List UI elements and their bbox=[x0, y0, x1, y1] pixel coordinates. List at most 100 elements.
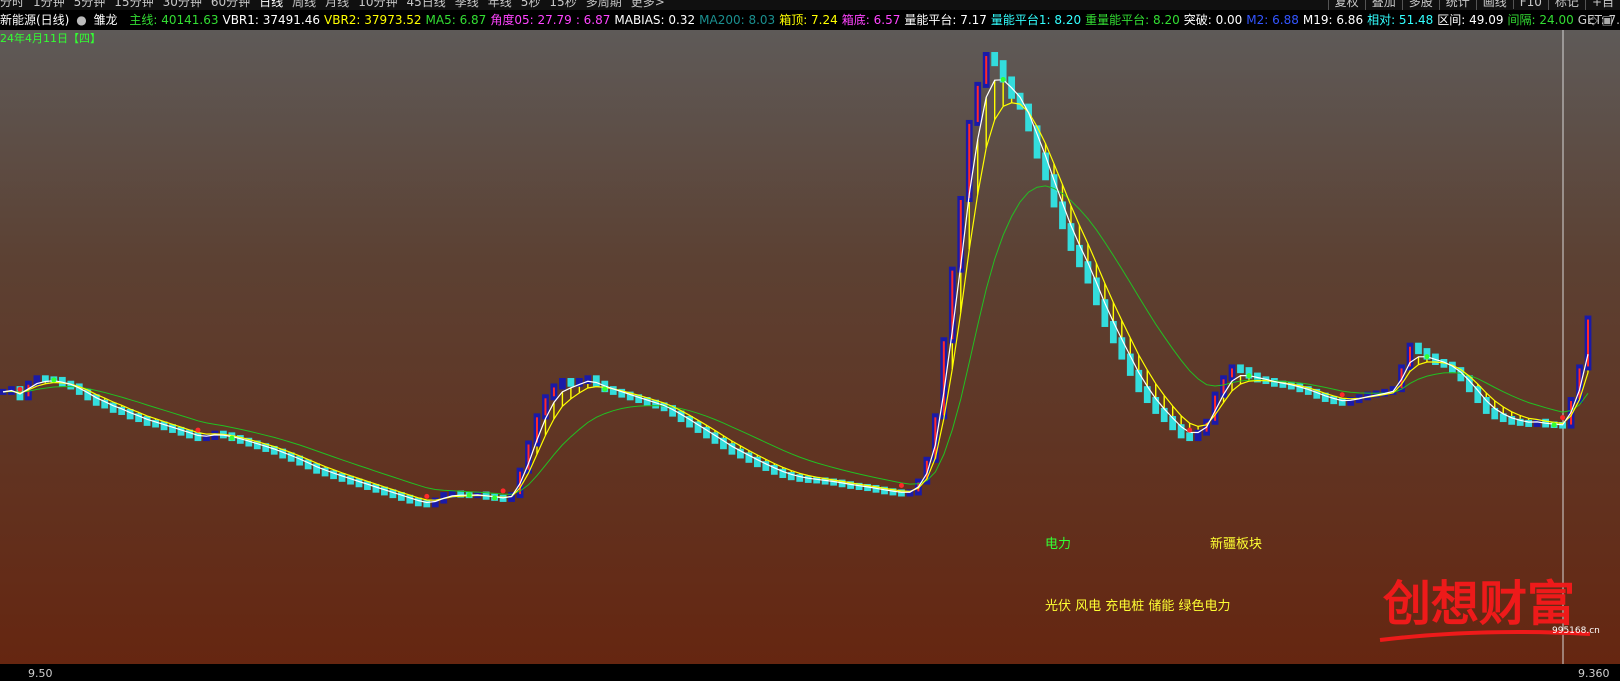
period-tab[interactable]: 45日线 bbox=[406, 0, 445, 9]
candle-body bbox=[1338, 398, 1346, 406]
candle bbox=[1160, 407, 1168, 423]
window-controls[interactable]: ◇ ▣ bbox=[1589, 10, 1613, 30]
candle-body bbox=[1109, 320, 1117, 344]
price-chart[interactable]: 24年4月11日【四】 电力 新疆板块 光伏 风电 充电桩 储能 绿色电力 创想… bbox=[0, 30, 1620, 681]
indicator-value: 重量能平台: 8.20 bbox=[1085, 13, 1180, 27]
stop-signal-dot bbox=[51, 377, 57, 383]
candle bbox=[592, 375, 600, 387]
period-tab[interactable]: 分时 bbox=[0, 0, 24, 9]
buy-signal-dot bbox=[424, 493, 430, 499]
indicator-value: VBR1: 37491.46 bbox=[222, 13, 321, 27]
candle-body bbox=[1160, 407, 1168, 423]
tool-button[interactable]: 叠加 bbox=[1364, 0, 1402, 10]
period-tab[interactable]: 60分钟 bbox=[211, 0, 250, 9]
period-tab[interactable]: 30分钟 bbox=[163, 0, 202, 9]
bottom-axis: 9.50 9.360 bbox=[0, 664, 1620, 681]
axis-right-value: 9.360 bbox=[1578, 667, 1610, 680]
tool-button[interactable]: 画线 bbox=[1475, 0, 1513, 10]
period-tab[interactable]: 10分钟 bbox=[358, 0, 397, 9]
dropdown-icon[interactable]: ● bbox=[76, 13, 86, 27]
candle bbox=[550, 383, 558, 401]
tool-button[interactable]: 统计 bbox=[1438, 0, 1476, 10]
stop-signal-dot bbox=[1551, 422, 1557, 428]
stop-signal-dot bbox=[602, 386, 608, 392]
period-tab[interactable]: 年线 bbox=[488, 0, 512, 9]
buy-signal-dot bbox=[195, 427, 201, 433]
candle bbox=[1237, 364, 1244, 374]
candle bbox=[796, 474, 804, 482]
candle bbox=[1525, 419, 1533, 427]
candle-body bbox=[1067, 223, 1075, 251]
indicator-value: 箱底: 6.57 bbox=[841, 13, 901, 27]
candle bbox=[1186, 432, 1194, 442]
stock-title: 新能源(日线) bbox=[0, 13, 70, 27]
indicator-value: 突破: 0.00 bbox=[1183, 13, 1243, 27]
indicator-value: MA200: 8.03 bbox=[699, 13, 776, 27]
candle-body bbox=[796, 474, 804, 482]
period-tab[interactable]: 15秒 bbox=[549, 0, 576, 9]
chart-window: 分时 1分钟 5分钟 15分钟 30分钟 60分钟 日线 周线 月线 10分钟 45日线 季线 年线 5秒… bbox=[0, 0, 1620, 681]
period-tab[interactable]: 月线 bbox=[325, 0, 349, 9]
period-tab[interactable]: 多周期 bbox=[586, 0, 622, 9]
candle bbox=[804, 475, 812, 483]
candle bbox=[143, 416, 151, 426]
period-tab[interactable]: 15分钟 bbox=[114, 0, 153, 9]
buy-signal-dot bbox=[1187, 427, 1193, 433]
indicator-value: MA5: 6.87 bbox=[425, 13, 487, 27]
stop-signal-dot bbox=[1424, 354, 1430, 360]
tool-button[interactable]: +自 bbox=[1584, 0, 1620, 10]
candle bbox=[1482, 397, 1490, 414]
period-tab[interactable]: 日线 bbox=[259, 0, 283, 9]
watermark-url: 995168.cn bbox=[1552, 626, 1600, 636]
candle bbox=[1415, 342, 1422, 355]
indicator-name[interactable]: 雏龙 bbox=[94, 13, 118, 27]
period-tab[interactable]: 5分钟 bbox=[74, 0, 106, 9]
candle-body bbox=[338, 473, 346, 482]
period-toolbar: 分时 1分钟 5分钟 15分钟 30分钟 60分钟 日线 周线 月线 10分钟 45日线 季线 年线 5秒… bbox=[0, 0, 1620, 10]
indicator-value: M2: 6.88 bbox=[1246, 13, 1299, 27]
indicator-value: 箱顶: 7.24 bbox=[779, 13, 838, 27]
stop-signal-dot bbox=[466, 492, 472, 498]
candle bbox=[1474, 386, 1482, 404]
candle bbox=[1067, 223, 1075, 251]
tool-buttons: 复权 叠加 多股 统计 画线 F10 标记 +自 bbox=[1327, 0, 1620, 10]
candle-body bbox=[143, 416, 151, 426]
indicator-value: MABIAS: 0.32 bbox=[614, 13, 696, 27]
candle-body bbox=[194, 432, 202, 442]
period-tabs: 分时 1分钟 5分钟 15分钟 30分钟 60分钟 日线 周线 月线 10分钟 45日线 季线 年线 5秒… bbox=[0, 0, 674, 10]
candle bbox=[203, 433, 210, 442]
candle bbox=[1338, 398, 1346, 406]
candle bbox=[982, 52, 990, 88]
candle bbox=[1076, 244, 1083, 268]
buy-signal-dot bbox=[1560, 415, 1566, 421]
tool-button[interactable]: 复权 bbox=[1327, 0, 1365, 10]
candle-body bbox=[559, 378, 566, 390]
period-tab[interactable]: 1分钟 bbox=[33, 0, 65, 9]
indicator-value: 主线: 40141.63 bbox=[129, 13, 219, 27]
candle bbox=[542, 394, 549, 420]
candle bbox=[974, 81, 982, 126]
candle bbox=[338, 473, 346, 482]
candle-body bbox=[1118, 337, 1126, 360]
tool-button[interactable]: F10 bbox=[1512, 0, 1548, 9]
candle-body bbox=[567, 378, 575, 387]
candle-body bbox=[804, 475, 812, 483]
period-tab[interactable]: 更多> bbox=[631, 0, 665, 9]
candle bbox=[313, 463, 320, 474]
indicator-value: 间隔: 24.00 bbox=[1507, 13, 1574, 27]
indicator-value: M19: 6.86 bbox=[1302, 13, 1364, 27]
axis-left-value: 9.50 bbox=[28, 667, 53, 680]
buy-signal-dot bbox=[1339, 392, 1345, 398]
stop-signal-dot bbox=[492, 495, 498, 501]
candle bbox=[1109, 320, 1117, 344]
candle bbox=[1084, 261, 1092, 284]
period-tab[interactable]: 5秒 bbox=[521, 0, 541, 9]
tool-button[interactable]: 标记 bbox=[1547, 0, 1585, 10]
indicator-value: 量能平台: 7.17 bbox=[904, 13, 987, 27]
period-tab[interactable]: 周线 bbox=[292, 0, 316, 9]
tool-button[interactable]: 多股 bbox=[1401, 0, 1439, 10]
indicator-value: : 6.87 bbox=[575, 13, 611, 27]
period-tab[interactable]: 季线 bbox=[455, 0, 479, 9]
watermark-text: 创想财富 bbox=[1383, 576, 1575, 632]
date-label: 24年4月11日【四】 bbox=[0, 31, 101, 45]
